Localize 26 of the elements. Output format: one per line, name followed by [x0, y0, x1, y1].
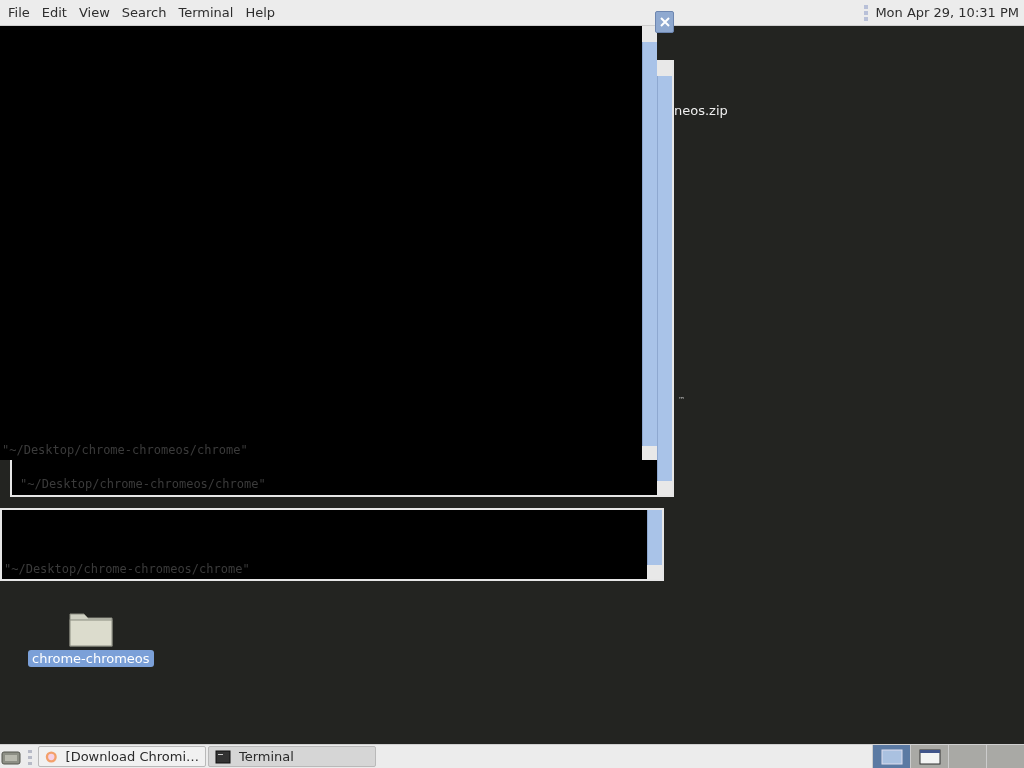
close-icon — [659, 17, 670, 27]
file-label[interactable]: neos.zip — [674, 103, 728, 118]
terminal-line: "~/Desktop/chrome-chromeos/chrome" — [2, 442, 249, 458]
handle-icon — [28, 747, 32, 766]
desktop-icon — [1, 748, 21, 765]
scrollbar[interactable] — [657, 60, 672, 495]
window-thumbnail-icon — [880, 748, 903, 765]
task-button[interactable]: Terminal — [208, 746, 376, 767]
menu-item[interactable]: Terminal — [172, 5, 240, 20]
handle-icon — [864, 3, 869, 22]
terminal-icon — [215, 748, 231, 765]
menu-item[interactable]: View — [72, 5, 116, 20]
menu-item[interactable]: Search — [115, 5, 173, 20]
window-icon — [918, 748, 941, 765]
menu-item[interactable]: File — [2, 5, 36, 20]
workspace-button[interactable] — [910, 744, 948, 768]
terminal-line: "~/Desktop/chrome-chromeos/chrome" — [20, 476, 267, 492]
scrollbar[interactable] — [642, 26, 657, 460]
task-button[interactable]: [Download Chromi… — [38, 746, 206, 767]
scrollbar[interactable] — [647, 510, 662, 579]
clock[interactable]: Mon Apr 29, 10:31 PM — [875, 5, 1019, 20]
workspace-button[interactable] — [872, 744, 910, 768]
terminal-line: "~/Desktop/chrome-chromeos/chrome" — [4, 561, 251, 577]
menu-item[interactable]: Edit — [35, 5, 73, 20]
close-button[interactable] — [655, 11, 674, 33]
menu-item[interactable]: Help — [239, 5, 282, 20]
